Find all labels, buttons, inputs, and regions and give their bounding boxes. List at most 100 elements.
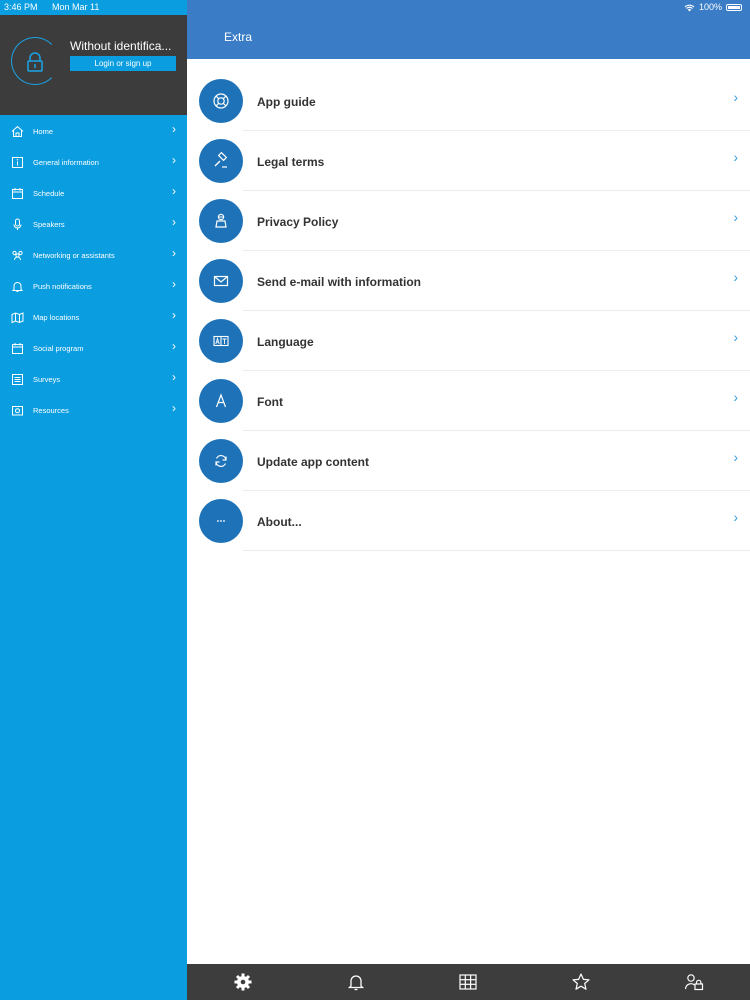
list-item-font[interactable]: Font › — [187, 359, 750, 431]
grid-icon — [459, 974, 478, 990]
page-title: Extra — [224, 30, 253, 44]
bell-icon — [11, 282, 24, 292]
chevron-right-icon: › — [172, 308, 176, 322]
sidebar-item-label: Social program — [33, 344, 84, 353]
microphone-icon — [13, 218, 22, 230]
tab-grid[interactable] — [412, 964, 525, 1000]
chevron-right-icon: › — [172, 122, 176, 136]
chevron-right-icon: › — [733, 89, 738, 105]
list-item-app-guide[interactable]: App guide › — [187, 59, 750, 131]
list-item-label: Update app content — [257, 455, 370, 469]
status-bar-left: 3:46 PM Mon Mar 11 — [0, 0, 187, 15]
tab-profile[interactable] — [637, 964, 750, 1000]
list-icon — [12, 374, 23, 385]
battery-percent: 100% — [698, 2, 722, 12]
chevron-right-icon: › — [733, 209, 738, 225]
lock-icon — [27, 52, 43, 72]
status-date: Mon Mar 11 — [52, 2, 100, 12]
chevron-right-icon: › — [733, 509, 738, 525]
chevron-right-icon: › — [172, 153, 176, 167]
image-icon — [12, 406, 23, 416]
sidebar-item-label: Networking or assistants — [33, 251, 115, 260]
sidebar-item-label: Map locations — [33, 313, 80, 322]
sidebar: Without identifica... Login or sign up H… — [0, 0, 187, 1000]
tab-settings[interactable] — [187, 964, 300, 1000]
list-item-privacy-policy[interactable]: Privacy Policy › — [187, 179, 750, 251]
chevron-right-icon: › — [733, 149, 738, 165]
lifebuoy-icon — [199, 79, 243, 123]
sidebar-item-label: Surveys — [33, 375, 61, 384]
chevron-right-icon: › — [172, 184, 176, 198]
calendar-icon — [12, 343, 23, 354]
envelope-icon — [199, 259, 243, 303]
profile-lock-icon — [684, 974, 703, 991]
map-icon — [11, 312, 24, 324]
privacy-icon — [199, 199, 243, 243]
chevron-right-icon: › — [733, 329, 738, 345]
sidebar-item-general-information[interactable]: General information › — [0, 147, 187, 178]
refresh-icon — [199, 439, 243, 483]
profile-panel: Without identifica... Login or sign up — [0, 15, 187, 115]
list-item-label: Send e-mail with information — [257, 275, 422, 289]
chevron-right-icon: › — [172, 370, 176, 384]
sidebar-item-map-locations[interactable]: Map locations › — [0, 302, 187, 333]
people-icon — [12, 250, 23, 261]
translate-icon — [199, 319, 243, 363]
list-item-language[interactable]: Language › — [187, 299, 750, 371]
list-item-about[interactable]: About... › — [187, 479, 750, 551]
list-item-label: About... — [257, 515, 302, 529]
list-item-label: Legal terms — [257, 155, 325, 169]
sidebar-item-schedule[interactable]: Schedule › — [0, 178, 187, 209]
calendar-icon — [12, 188, 23, 199]
chevron-right-icon: › — [733, 449, 738, 465]
login-button[interactable]: Login or sign up — [70, 56, 176, 71]
list-item-update-content[interactable]: Update app content › — [187, 419, 750, 491]
sidebar-item-home[interactable]: Home › — [0, 116, 187, 147]
info-icon — [12, 157, 23, 168]
sidebar-item-label: Resources — [33, 406, 69, 415]
profile-name: Without identifica... — [70, 39, 172, 53]
top-header: Extra — [187, 0, 750, 59]
list-item-legal-terms[interactable]: Legal terms › — [187, 119, 750, 191]
sidebar-item-label: Home — [33, 127, 54, 136]
battery-icon — [726, 4, 742, 11]
font-icon — [199, 379, 243, 423]
tab-notifications[interactable] — [300, 964, 413, 1000]
list-item-send-email[interactable]: Send e-mail with information › — [187, 239, 750, 311]
chevron-right-icon: › — [733, 389, 738, 405]
chevron-right-icon: › — [172, 246, 176, 260]
chevron-right-icon: › — [172, 339, 176, 353]
list-item-label: Privacy Policy — [257, 215, 339, 229]
home-icon — [11, 125, 24, 137]
list-item-label: Language — [257, 335, 314, 349]
sidebar-item-speakers[interactable]: Speakers › — [0, 209, 187, 240]
sidebar-item-label: Schedule — [33, 189, 65, 198]
chevron-right-icon: › — [172, 215, 176, 229]
chevron-right-icon: › — [733, 269, 738, 285]
list-item-label: Font — [257, 395, 283, 409]
list-item-label: App guide — [257, 95, 316, 109]
more-icon — [199, 499, 243, 543]
gavel-icon — [199, 139, 243, 183]
sidebar-item-label: Push notifications — [33, 282, 92, 291]
sidebar-item-social-program[interactable]: Social program › — [0, 333, 187, 364]
status-time: 3:46 PM — [4, 2, 38, 12]
sidebar-item-resources[interactable]: Resources › — [0, 395, 187, 426]
bell-icon — [347, 975, 364, 991]
status-bar-right: 100% — [684, 0, 750, 15]
wifi-icon — [684, 4, 695, 11]
tab-favorites[interactable] — [525, 964, 638, 1000]
sidebar-item-surveys[interactable]: Surveys › — [0, 364, 187, 395]
sidebar-item-label: General information — [33, 158, 99, 167]
chevron-right-icon: › — [172, 277, 176, 291]
divider — [243, 550, 750, 551]
sidebar-menu: Home › General information › Schedule › … — [0, 116, 187, 426]
gear-icon — [234, 973, 252, 991]
sidebar-item-push-notifications[interactable]: Push notifications › — [0, 271, 187, 302]
star-icon — [572, 973, 590, 990]
extra-list: App guide › Legal terms › Privacy Policy… — [187, 59, 750, 964]
sidebar-item-label: Speakers — [33, 220, 65, 229]
sidebar-item-networking[interactable]: Networking or assistants › — [0, 240, 187, 271]
bottom-tab-bar — [187, 964, 750, 1000]
chevron-right-icon: › — [172, 401, 176, 415]
